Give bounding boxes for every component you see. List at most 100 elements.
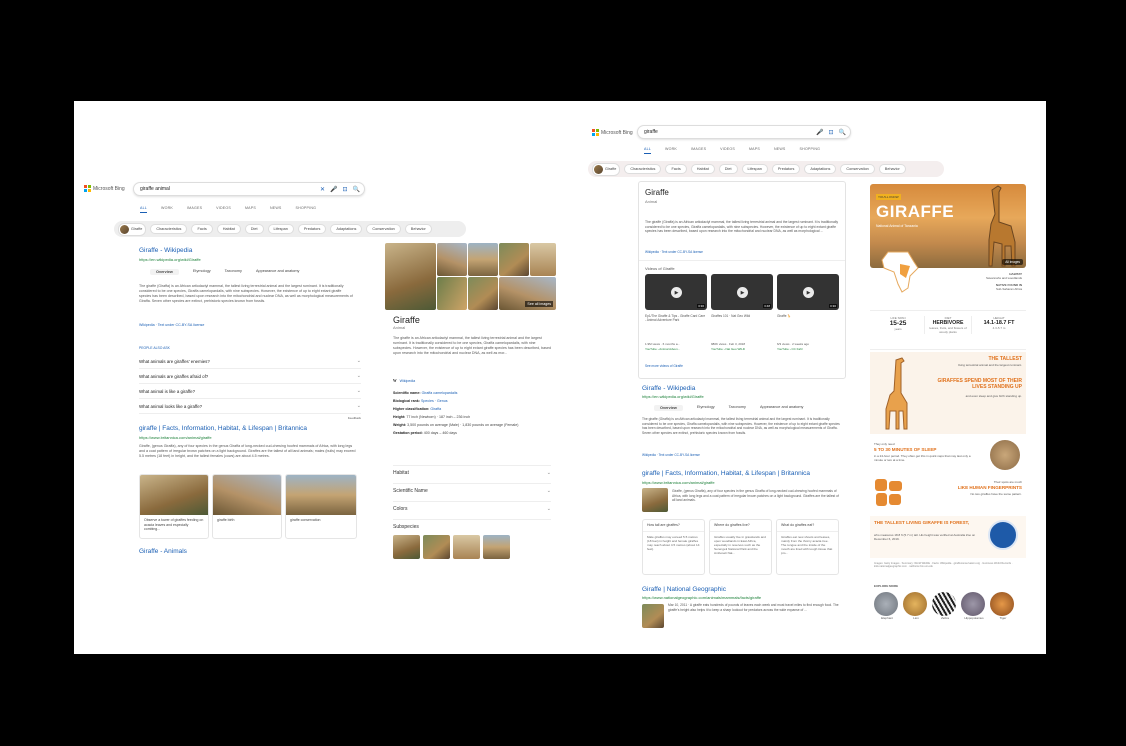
giraffe-image[interactable] (437, 277, 467, 310)
paa-question[interactable]: What animal is like a giraffe? ⌄ (139, 384, 361, 399)
kp-wiki-link[interactable]: W Wikipedia (393, 379, 415, 383)
video-thumbnail[interactable]: ▶ 0:30 (777, 274, 839, 310)
result-license[interactable]: Wikipedia · Text under CC-BY-SA license (642, 453, 700, 457)
scope-tab[interactable]: WORK (161, 206, 173, 213)
kp-section-subspecies[interactable]: Subspecies (393, 519, 551, 530)
more-videos-link[interactable]: See more videos of Giraffe (645, 364, 683, 368)
giraffe-image[interactable] (530, 243, 556, 276)
chip[interactable]: Behavior (878, 164, 906, 174)
see-all-images-button[interactable]: See all images (525, 301, 553, 307)
result-tab[interactable]: Overview (150, 269, 179, 275)
chip[interactable]: Behavior (404, 224, 432, 234)
microphone-icon[interactable]: 🎤 (816, 129, 823, 136)
result-tab[interactable]: Etymology (193, 269, 211, 275)
chip[interactable]: Adaptations (330, 224, 363, 234)
clear-icon[interactable]: ✕ (320, 186, 325, 193)
qa-card[interactable]: Where do giraffes live? Giraffes usually… (709, 519, 772, 575)
giraffe-image[interactable]: See all images (499, 277, 556, 310)
scope-tab[interactable]: MAPS (245, 206, 256, 213)
chip[interactable]: Lifespan (741, 164, 768, 174)
subspecies-image[interactable] (423, 535, 450, 559)
scope-tab[interactable]: SHOPPING (296, 206, 317, 213)
entity-license[interactable]: Wikipedia · Text under CC-BY-SA license (645, 250, 703, 254)
video-thumbnail[interactable]: ▶ 3:48 (711, 274, 773, 310)
paa-question[interactable]: What animal looks like a giraffe? ⌄ (139, 399, 361, 414)
result-title[interactable]: Giraffe - Animals (139, 548, 187, 555)
result-title[interactable]: giraffe | Facts, Information, Habitat, &… (642, 470, 810, 477)
result-thumbnail[interactable] (642, 604, 664, 628)
chip[interactable]: Predators (297, 224, 327, 234)
result-tab[interactable]: Taxonomy (729, 405, 746, 411)
scope-tab[interactable]: NEWS (774, 147, 786, 154)
feedback-link[interactable]: Feedback (139, 416, 361, 420)
result-url[interactable]: https://www.britannica.com/animal/giraff… (642, 480, 715, 485)
visual-search-icon[interactable]: ⊡ (828, 129, 833, 136)
image-card[interactable]: giraffe conservation (285, 474, 357, 539)
image-card[interactable]: giraffe birth (212, 474, 282, 539)
result-url[interactable]: https://www.britannica.com/animal/giraff… (139, 435, 212, 440)
result-url[interactable]: https://en.wikipedia.org/wiki/Giraffe (139, 257, 201, 262)
chip[interactable]: Habitat (216, 224, 241, 234)
search-icon[interactable]: 🔍 (839, 129, 846, 136)
chip[interactable]: Conservation (366, 224, 401, 234)
chip[interactable]: Conservation (840, 164, 875, 174)
scope-tab[interactable]: WORK (665, 147, 677, 154)
explore-item[interactable]: Elephant (874, 592, 900, 620)
result-title[interactable]: Giraffe | National Geographic (642, 586, 726, 593)
chip[interactable]: Adaptations (804, 164, 837, 174)
chip[interactable]: Characteristics (624, 164, 662, 174)
result-title[interactable]: Giraffe - Wikipedia (642, 385, 695, 392)
result-url[interactable]: https://en.wikipedia.org/wiki/Giraffe (642, 394, 704, 399)
giraffe-image[interactable] (385, 243, 436, 310)
bing-logo[interactable]: Microsoft Bing (592, 129, 633, 136)
giraffe-image[interactable] (468, 277, 498, 310)
scope-tab[interactable]: ALL (140, 206, 147, 213)
scope-tab[interactable]: MAPS (749, 147, 760, 154)
bing-logo[interactable]: Microsoft Bing (84, 185, 125, 192)
chip[interactable]: Diet (718, 164, 738, 174)
kp-section-scientific-name[interactable]: Scientific Name ⌄ (393, 483, 551, 494)
kp-section-habitat[interactable]: Habitat ⌄ (393, 465, 551, 476)
scope-tab[interactable]: VIDEOS (720, 147, 735, 154)
kp-section-colors[interactable]: Colors ⌄ (393, 501, 551, 512)
result-thumbnail[interactable] (642, 488, 668, 512)
qa-card[interactable]: How tall are giraffes? Male giraffes may… (642, 519, 705, 575)
qa-card[interactable]: What do giraffes eat? Giraffes eat new s… (776, 519, 839, 575)
search-icon[interactable]: 🔍 (353, 186, 360, 193)
scope-tab[interactable]: IMAGES (691, 147, 706, 154)
all-images-button[interactable]: All images (1002, 259, 1023, 265)
microphone-icon[interactable]: 🎤 (330, 186, 337, 193)
chip[interactable]: Diet (244, 224, 264, 234)
result-tab[interactable]: Appearance and anatomy (760, 405, 803, 411)
search-input[interactable]: giraffe animal ✕ 🎤 ⊡ 🔍 (133, 182, 365, 196)
chip-giraffe[interactable]: Giraffe (118, 222, 147, 236)
search-input[interactable]: giraffe 🎤 ⊡ 🔍 (637, 125, 851, 139)
chip[interactable]: Facts (665, 164, 687, 174)
result-tab[interactable]: Taxonomy (225, 269, 242, 275)
result-license[interactable]: Wikipedia · Text under CC-BY-SA license (139, 323, 204, 327)
subspecies-image[interactable] (483, 535, 510, 559)
chip-giraffe[interactable]: Giraffe (592, 162, 621, 176)
result-tab[interactable]: Etymology (697, 405, 715, 411)
result-tab[interactable]: Overview (654, 405, 683, 411)
paa-question[interactable]: What animals are giraffes afraid of? ⌄ (139, 369, 361, 384)
result-url[interactable]: https://www.nationalgeographic.com/anima… (642, 595, 761, 600)
scope-tab[interactable]: ALL (644, 147, 651, 154)
chip[interactable]: Habitat (690, 164, 715, 174)
explore-item[interactable]: Lion (903, 592, 929, 620)
scope-tab[interactable]: IMAGES (187, 206, 202, 213)
scope-tab[interactable]: SHOPPING (800, 147, 821, 154)
chip[interactable]: Lifespan (267, 224, 294, 234)
paa-question[interactable]: What animals are giraffes' enemies? ⌄ (139, 354, 361, 369)
explore-item[interactable]: Zebra (932, 592, 958, 620)
chip[interactable]: Characteristics (150, 224, 188, 234)
giraffe-image[interactable] (437, 243, 467, 276)
explore-item[interactable]: Tiger (990, 592, 1016, 620)
subspecies-image[interactable] (453, 535, 480, 559)
scope-tab[interactable]: NEWS (270, 206, 282, 213)
result-tab[interactable]: Appearance and anatomy (256, 269, 299, 275)
video-thumbnail[interactable]: ▶ 3:30 (645, 274, 707, 310)
giraffe-image[interactable] (499, 243, 529, 276)
result-title[interactable]: Giraffe - Wikipedia (139, 247, 192, 254)
subspecies-image[interactable] (393, 535, 420, 559)
